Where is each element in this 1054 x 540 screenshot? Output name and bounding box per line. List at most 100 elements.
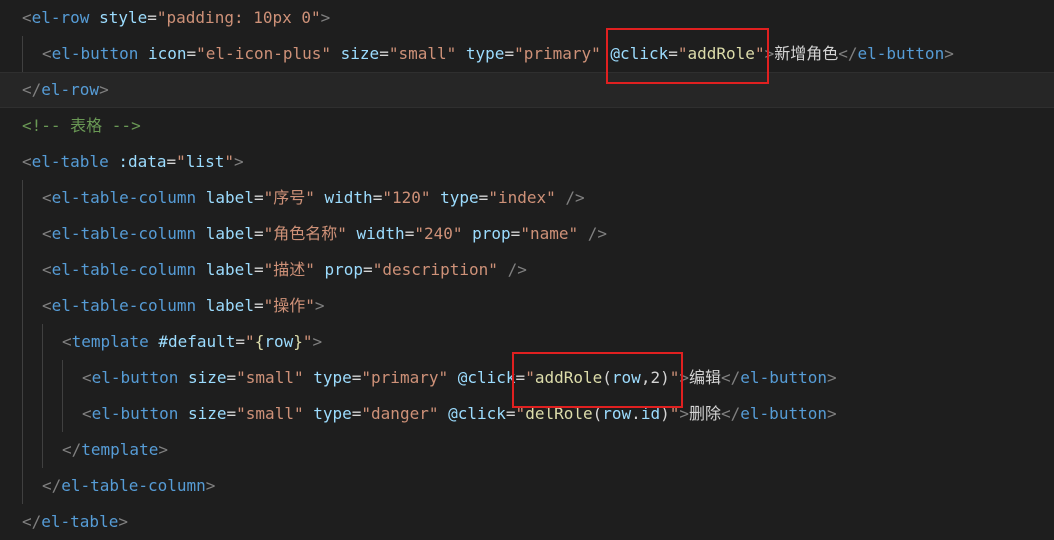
code-token: row <box>611 368 641 387</box>
code-token: el-button <box>91 404 179 423</box>
code-token: ( <box>592 404 603 423</box>
code-token: = <box>478 188 489 207</box>
code-text: <el-table-column label="序号" width="120" … <box>42 180 585 216</box>
code-token: " <box>515 404 526 423</box>
indent-guide <box>22 324 23 360</box>
code-line[interactable]: <el-table-column label="角色名称" width="240… <box>0 216 1054 252</box>
code-token: < <box>42 44 52 63</box>
code-token: el-table-column <box>51 296 197 315</box>
code-token: row <box>602 404 632 423</box>
code-text: </el-table-column> <box>42 468 215 504</box>
code-token: "240" <box>414 224 463 243</box>
code-token: template <box>81 440 159 459</box>
code-token: </ <box>721 404 741 423</box>
code-token: > <box>158 440 168 459</box>
code-line[interactable]: <el-table-column label="描述" prop="descri… <box>0 252 1054 288</box>
code-token: = <box>379 44 389 63</box>
code-text: </template> <box>62 432 168 468</box>
code-token: = <box>226 404 237 423</box>
indent-guide <box>22 36 23 72</box>
code-token: :data <box>118 152 167 171</box>
code-token: 删除 <box>689 404 722 423</box>
indent-guide <box>22 432 23 468</box>
code-token: </ <box>721 368 741 387</box>
code-line[interactable]: <el-button size="small" type="danger" @c… <box>0 396 1054 432</box>
code-token: 2 <box>650 368 661 387</box>
code-line[interactable]: </el-row> <box>0 72 1054 108</box>
code-token: "name" <box>520 224 579 243</box>
code-token: > <box>99 80 109 99</box>
code-token: "角色名称" <box>263 224 347 243</box>
code-token: el-row <box>31 8 90 27</box>
code-token: /> <box>587 224 608 243</box>
code-token: . <box>631 404 641 423</box>
indent-guide <box>22 252 23 288</box>
code-line[interactable]: <template #default="{row}"> <box>0 324 1054 360</box>
code-line[interactable]: <el-row style="padding: 10px 0"> <box>0 0 1054 36</box>
code-token: < <box>42 224 52 243</box>
code-token: template <box>71 332 149 351</box>
indent-guide <box>42 324 43 360</box>
code-token: "序号" <box>263 188 315 207</box>
code-token: row <box>264 332 294 351</box>
code-text: <el-table-column label="描述" prop="descri… <box>42 252 527 288</box>
code-line[interactable]: </el-table-column> <box>0 468 1054 504</box>
code-editor[interactable]: <el-row style="padding: 10px 0"> <el-butt… <box>0 0 1054 535</box>
code-token: { <box>254 332 265 351</box>
code-token: el-button <box>740 404 827 423</box>
code-text: </el-row> <box>22 73 109 107</box>
code-text: <el-table-column label="角色名称" width="240… <box>42 216 607 252</box>
indent-guide <box>22 468 23 504</box>
code-token: < <box>42 260 52 279</box>
code-token: "120" <box>382 188 431 207</box>
code-text: <el-row style="padding: 10px 0"> <box>22 0 330 36</box>
code-token: = <box>226 368 237 387</box>
code-token: </ <box>22 80 42 99</box>
code-token: "small" <box>236 404 304 423</box>
code-line[interactable]: <el-table :data="list"> <box>0 144 1054 180</box>
code-token: prop <box>324 260 364 279</box>
code-text: <el-table :data="list"> <box>22 144 244 180</box>
code-token: < <box>82 404 92 423</box>
indent-guide <box>42 396 43 432</box>
code-line[interactable]: </template> <box>0 432 1054 468</box>
code-line[interactable]: <el-table-column label="操作"> <box>0 288 1054 324</box>
code-token: delRole <box>525 404 593 423</box>
code-token: = <box>186 44 197 63</box>
indent-guide <box>62 396 63 432</box>
code-token: el-table-column <box>61 476 206 495</box>
code-token: </ <box>838 44 858 63</box>
code-token: < <box>22 152 32 171</box>
code-token: type <box>313 404 352 423</box>
indent-guide <box>22 396 23 432</box>
code-line[interactable]: <el-button size="small" type="primary" @… <box>0 360 1054 396</box>
code-text: <el-button icon="el-icon-plus" size="sma… <box>42 36 954 72</box>
code-token: > <box>118 512 128 531</box>
code-line[interactable]: <!-- 表格 --> <box>0 108 1054 144</box>
code-line[interactable]: <el-button icon="el-icon-plus" size="sma… <box>0 36 1054 72</box>
code-token: = <box>166 152 177 171</box>
code-token: " <box>302 332 313 351</box>
code-token: "description" <box>372 260 498 279</box>
code-token: " <box>176 152 186 171</box>
code-token: > <box>944 44 954 63</box>
code-line[interactable]: <el-table-column label="序号" width="120" … <box>0 180 1054 216</box>
code-token: = <box>253 188 264 207</box>
code-token: "padding: 10px 0" <box>156 8 321 27</box>
code-token: 新增角色 <box>774 44 839 63</box>
code-token: "index" <box>488 188 556 207</box>
code-token: < <box>22 8 32 27</box>
code-token: size <box>187 368 227 387</box>
